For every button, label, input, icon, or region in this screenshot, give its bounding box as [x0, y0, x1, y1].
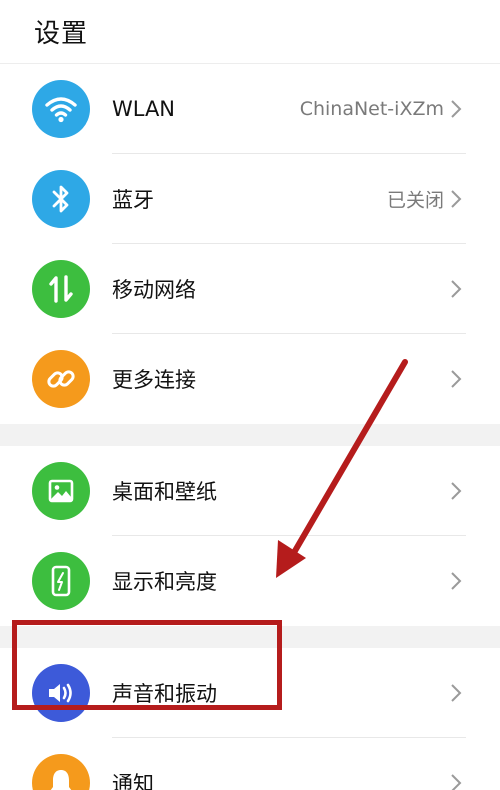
chevron-right-icon [451, 280, 462, 298]
settings-item-display-brightness[interactable]: 显示和亮度 [0, 536, 500, 626]
settings-item-label: 声音和振动 [112, 682, 217, 706]
group-separator [0, 424, 500, 446]
chevron-right-icon [451, 482, 462, 500]
settings-group-sound: 声音和振动 通知 [0, 648, 500, 790]
settings-item-value: 已关闭 [386, 189, 444, 212]
settings-group-display: 桌面和壁纸 显示和亮度 [0, 446, 500, 626]
settings-item-mobile-network[interactable]: 移动网络 [0, 244, 500, 334]
chevron-right-icon [451, 190, 462, 208]
page-title: 设置 [34, 19, 89, 49]
chevron-right-icon [451, 774, 462, 790]
settings-item-bluetooth[interactable]: 蓝牙 已关闭 [0, 154, 500, 244]
display-icon [32, 552, 90, 610]
settings-item-wlan[interactable]: WLAN ChinaNet-iXZm [0, 64, 500, 154]
chevron-right-icon [451, 684, 462, 702]
settings-item-more-connections[interactable]: 更多连接 [0, 334, 500, 424]
settings-page: 设置 WLAN ChinaNet-iXZm 蓝牙 已关闭 移动网络 更多连接 桌… [0, 0, 500, 790]
settings-item-label: 更多连接 [112, 368, 196, 392]
bell-icon [32, 754, 90, 790]
mobile-data-icon [32, 260, 90, 318]
sound-icon [32, 664, 90, 722]
settings-group-connectivity: WLAN ChinaNet-iXZm 蓝牙 已关闭 移动网络 更多连接 [0, 64, 500, 424]
chevron-right-icon [451, 572, 462, 590]
settings-item-label: WLAN [112, 97, 176, 121]
link-icon [32, 350, 90, 408]
settings-item-label: 通知 [112, 772, 154, 790]
settings-item-notifications[interactable]: 通知 [0, 738, 500, 790]
bluetooth-icon [32, 170, 90, 228]
settings-item-sound-vibration[interactable]: 声音和振动 [0, 648, 500, 738]
wallpaper-icon [32, 462, 90, 520]
group-separator [0, 626, 500, 648]
settings-item-label: 桌面和壁纸 [112, 480, 217, 504]
settings-item-label: 蓝牙 [112, 188, 154, 212]
settings-item-value: ChinaNet-iXZm [299, 98, 444, 120]
header: 设置 [0, 0, 500, 64]
wifi-icon [32, 80, 90, 138]
chevron-right-icon [451, 100, 462, 118]
settings-item-label: 显示和亮度 [112, 570, 217, 594]
chevron-right-icon [451, 370, 462, 388]
settings-item-home-wallpaper[interactable]: 桌面和壁纸 [0, 446, 500, 536]
settings-item-label: 移动网络 [112, 278, 196, 302]
